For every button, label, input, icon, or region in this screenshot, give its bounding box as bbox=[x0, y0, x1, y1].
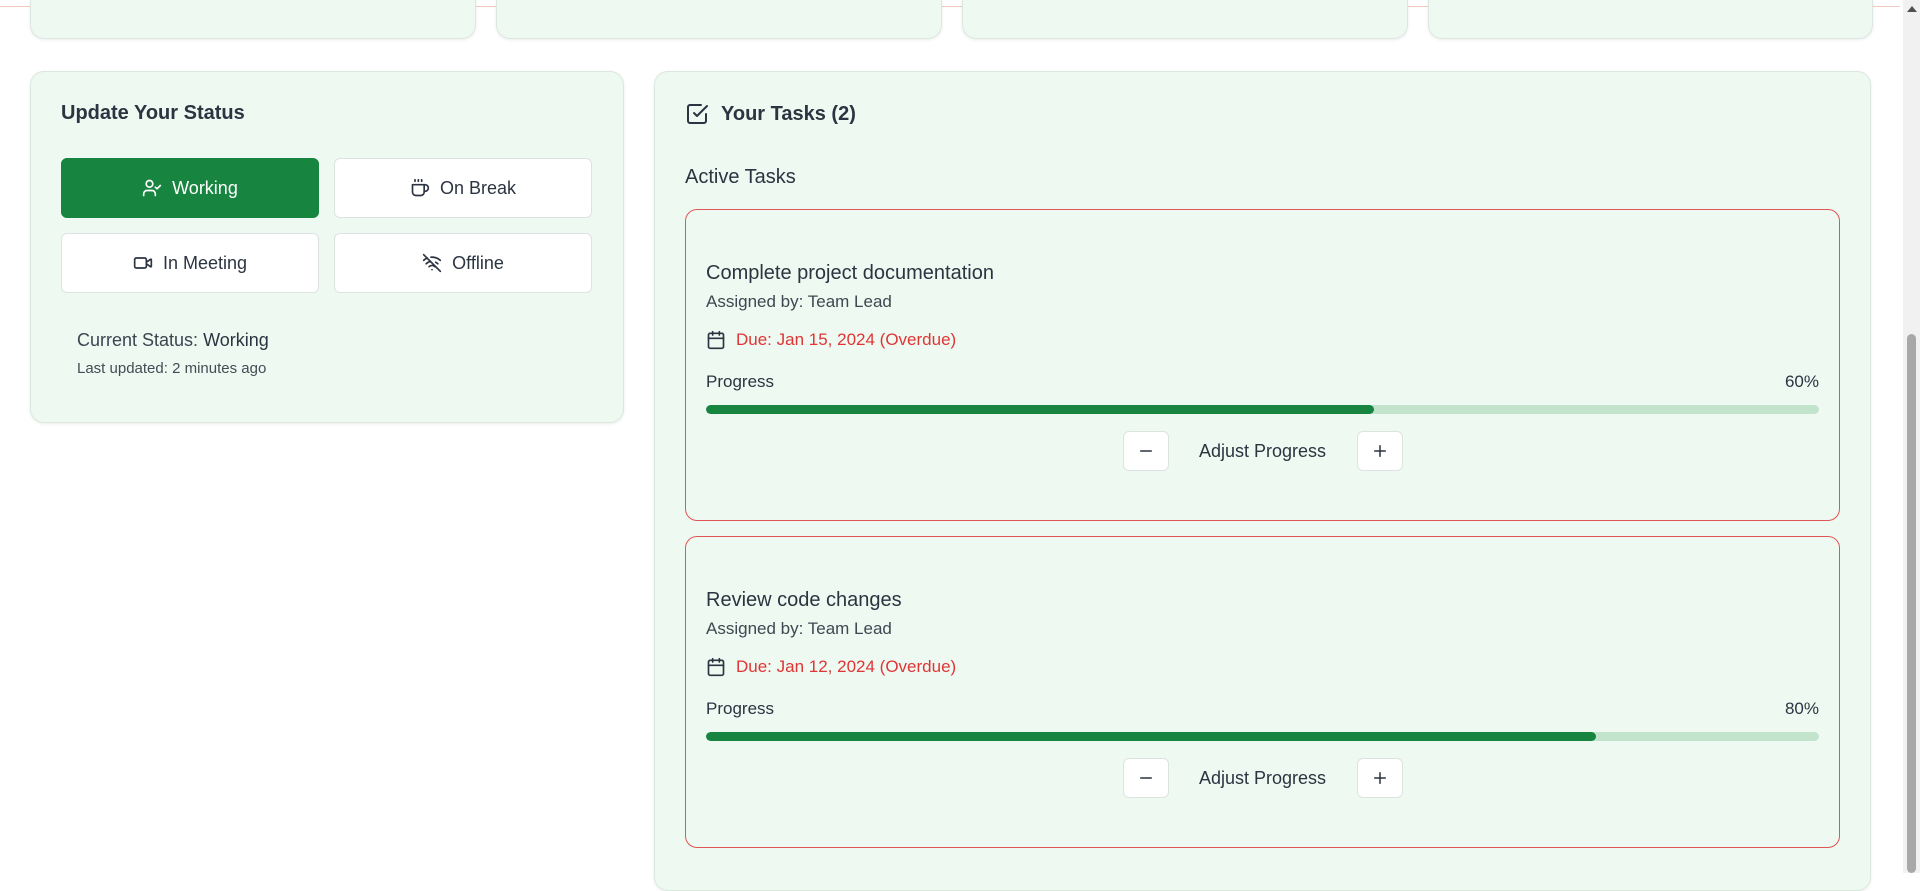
progress-bar bbox=[706, 732, 1819, 741]
task-due-text: Due: Jan 15, 2024 (Overdue) bbox=[736, 330, 957, 349]
adjust-progress-label: Adjust Progress bbox=[1198, 440, 1327, 461]
progress-label: Progress bbox=[706, 699, 775, 718]
progress-bar bbox=[706, 405, 1819, 414]
increase-progress-button[interactable] bbox=[1356, 431, 1403, 471]
progress-percent: 60% bbox=[1784, 372, 1819, 391]
adjust-progress-row: Adjust Progress bbox=[686, 431, 1839, 471]
page-scrollbar[interactable] bbox=[1903, 0, 1920, 873]
tasks-card: Your Tasks (2) Active Tasks Complete pro… bbox=[654, 71, 1871, 891]
current-status-label: Current Status: bbox=[77, 330, 199, 350]
status-card: Update Your Status Working On Break In M… bbox=[30, 71, 624, 423]
scroll-up-arrow-icon[interactable] bbox=[1907, 6, 1917, 12]
status-card-title: Update Your Status bbox=[61, 102, 245, 124]
increase-progress-button[interactable] bbox=[1356, 758, 1403, 798]
progress-percent: 80% bbox=[1784, 699, 1819, 718]
stat-card bbox=[496, 0, 942, 39]
stat-card bbox=[962, 0, 1408, 39]
plus-icon bbox=[1373, 772, 1386, 784]
tasks-title: Your Tasks (2) bbox=[721, 102, 856, 125]
last-updated: Last updated: 2 minutes ago bbox=[77, 360, 267, 377]
calendar-icon bbox=[707, 657, 725, 677]
status-button-label: In Meeting bbox=[162, 252, 248, 273]
progress-bar-fill bbox=[706, 732, 1597, 741]
active-tasks-label: Active Tasks bbox=[685, 166, 796, 188]
task-title: Complete project documentation bbox=[706, 262, 994, 284]
task-card: Review code changes Assigned by: Team Le… bbox=[685, 536, 1840, 848]
status-working-button[interactable]: Working bbox=[61, 158, 319, 218]
adjust-progress-row: Adjust Progress bbox=[686, 758, 1839, 798]
minus-icon bbox=[1139, 777, 1152, 779]
check-square-icon bbox=[687, 104, 708, 124]
task-title: Review code changes bbox=[706, 589, 902, 611]
task-due: Due: Jan 12, 2024 (Overdue) bbox=[706, 657, 956, 677]
task-card: Complete project documentation Assigned … bbox=[685, 209, 1840, 521]
calendar-icon bbox=[707, 330, 725, 350]
status-in-meeting-button[interactable]: In Meeting bbox=[61, 233, 319, 293]
tasks-header: Your Tasks (2) bbox=[685, 102, 856, 126]
user-check-icon bbox=[142, 179, 162, 197]
progress-bar-fill bbox=[706, 405, 1374, 414]
task-assigned: Assigned by: Team Lead bbox=[706, 619, 892, 638]
task-assigned: Assigned by: Team Lead bbox=[706, 292, 892, 311]
decrease-progress-button[interactable] bbox=[1122, 758, 1169, 798]
stat-card bbox=[1428, 0, 1873, 39]
scrollbar-thumb[interactable] bbox=[1907, 334, 1916, 873]
current-status-value: Working bbox=[203, 330, 269, 350]
task-due: Due: Jan 15, 2024 (Overdue) bbox=[706, 330, 956, 350]
current-status: Current Status: Working bbox=[77, 330, 269, 351]
minus-icon bbox=[1139, 450, 1152, 452]
stat-card bbox=[30, 0, 476, 39]
status-button-label: Offline bbox=[452, 252, 504, 273]
status-offline-button[interactable]: Offline bbox=[334, 233, 592, 293]
wifi-off-icon bbox=[422, 253, 442, 273]
status-button-label: On Break bbox=[439, 177, 517, 198]
decrease-progress-button[interactable] bbox=[1122, 431, 1169, 471]
progress-label: Progress bbox=[706, 372, 775, 391]
adjust-progress-label: Adjust Progress bbox=[1198, 767, 1327, 788]
task-due-text: Due: Jan 12, 2024 (Overdue) bbox=[736, 657, 957, 676]
coffee-icon bbox=[411, 178, 430, 197]
video-icon bbox=[133, 257, 153, 269]
status-button-label: Working bbox=[172, 177, 238, 198]
status-on-break-button[interactable]: On Break bbox=[334, 158, 592, 218]
plus-icon bbox=[1373, 445, 1386, 457]
